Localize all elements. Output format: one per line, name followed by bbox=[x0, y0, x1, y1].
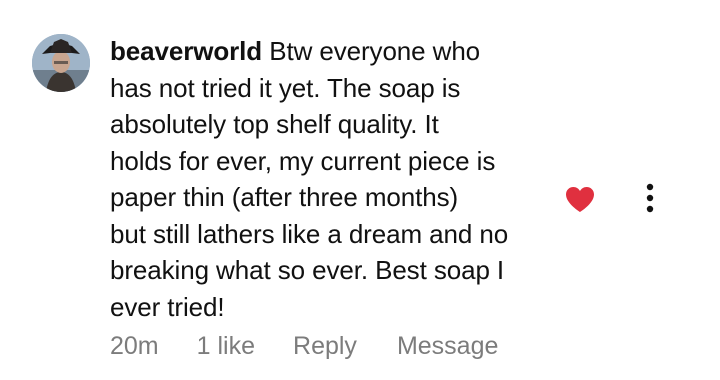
comment-line: but still lathers like a dream and no bbox=[110, 218, 509, 249]
comment-line: has not tried it yet. The soap is bbox=[110, 72, 461, 103]
message-button[interactable]: Message bbox=[397, 332, 498, 361]
comment-age: 20m bbox=[110, 331, 159, 360]
heart-icon[interactable] bbox=[565, 186, 595, 213]
comment-line: breaking what so ever. Best soap I bbox=[110, 255, 505, 285]
like-button bbox=[566, 187, 594, 212]
username[interactable]: beaverworld bbox=[110, 36, 262, 66]
comment-text: beaverworld Btw everyone who has not tri… bbox=[110, 33, 570, 325]
more-options-icon[interactable] bbox=[638, 182, 662, 214]
comment-line: absolutely top shelf quality. It bbox=[110, 109, 439, 139]
comment-meta: 20m 1 like Reply Message bbox=[110, 330, 498, 362]
reply-button[interactable]: Reply bbox=[293, 332, 357, 361]
comment: beaverworld Btw everyone who has not tri… bbox=[0, 0, 720, 380]
avatar-image bbox=[32, 34, 90, 92]
comment-line: holds for ever, my current piece is bbox=[110, 145, 496, 176]
more-options-button bbox=[646, 183, 654, 213]
comment-line: paper thin (after three months) bbox=[110, 182, 459, 212]
comment-line: Btw everyone who bbox=[269, 36, 481, 66]
avatar[interactable] bbox=[32, 34, 90, 92]
like-count[interactable]: 1 like bbox=[197, 332, 255, 361]
comment-line: ever tried! bbox=[110, 291, 225, 322]
